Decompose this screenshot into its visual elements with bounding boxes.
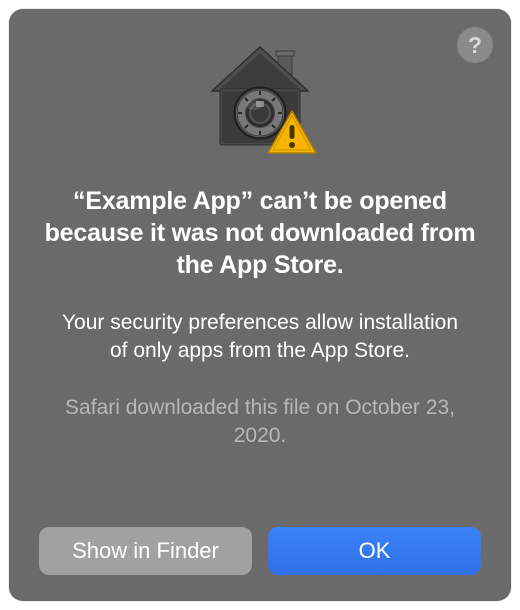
dialog-heading: “Example App” can’t be opened because it…: [39, 185, 481, 281]
dialog-meta: Safari downloaded this file on October 2…: [39, 394, 481, 449]
show-in-finder-button[interactable]: Show in Finder: [39, 527, 252, 575]
help-icon: ?: [468, 32, 482, 59]
dialog-subtext: Your security preferences allow installa…: [39, 309, 481, 364]
ok-button[interactable]: OK: [268, 527, 481, 575]
gatekeeper-dialog: ?: [9, 9, 511, 601]
gatekeeper-vault-icon: [200, 43, 320, 163]
button-row: Show in Finder OK: [39, 527, 481, 575]
help-button[interactable]: ?: [457, 27, 493, 63]
